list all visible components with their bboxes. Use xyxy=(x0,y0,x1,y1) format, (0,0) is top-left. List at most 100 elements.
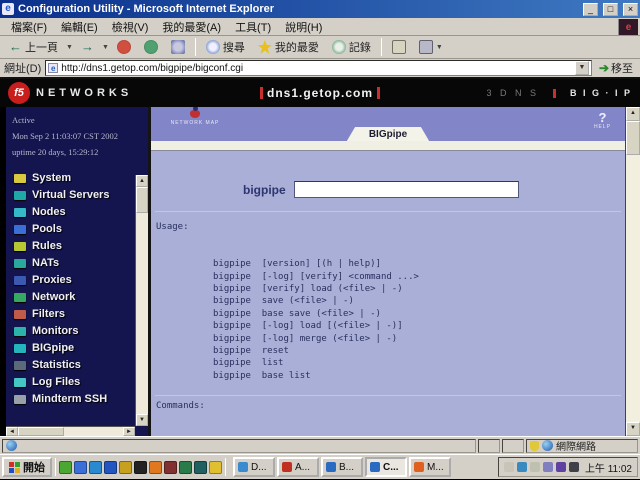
sidebar-nav-item[interactable]: Rules xyxy=(14,240,148,252)
quicklaunch-icon[interactable] xyxy=(89,460,102,474)
usage-label: Usage: xyxy=(156,222,189,232)
bigpipe-command-input[interactable] xyxy=(293,181,519,198)
usage-lines: bigpipe [version] [(h | help)] bigpipe [-… xyxy=(213,221,419,382)
task-button[interactable]: B... xyxy=(321,457,363,477)
address-combobox[interactable]: e ▼ xyxy=(45,60,592,76)
quicklaunch-icon[interactable] xyxy=(104,460,117,474)
go-button[interactable]: ➔ 移至 xyxy=(596,60,636,76)
task-button[interactable]: D... xyxy=(233,457,275,477)
back-dropdown[interactable]: ▼ xyxy=(66,44,73,51)
banner-hostname: dns1.getop.com xyxy=(259,86,381,100)
tab-bigpipe[interactable]: BIGpipe xyxy=(346,127,430,141)
favorites-button[interactable]: 我的最愛 xyxy=(253,37,324,57)
sidebar-nav-item[interactable]: Nodes xyxy=(14,206,148,218)
sidebar-nav-item[interactable]: Virtual Servers xyxy=(14,189,148,201)
refresh-button[interactable] xyxy=(139,38,163,56)
refresh-icon xyxy=(143,40,158,54)
go-label: 移至 xyxy=(611,63,633,75)
page-icon: e xyxy=(48,63,59,73)
sidebar-nav-item[interactable]: Mindterm SSH xyxy=(14,393,148,405)
menu-item[interactable]: 工具(T) xyxy=(228,19,278,35)
sidebar-nav-item[interactable]: Network xyxy=(14,291,148,303)
help-button[interactable]: ? HELP xyxy=(594,111,611,130)
sidebar-nav-item[interactable]: Proxies xyxy=(14,274,148,286)
quicklaunch-icon[interactable] xyxy=(134,460,147,474)
search-button[interactable]: 搜尋 xyxy=(201,37,250,57)
quicklaunch-icon[interactable] xyxy=(74,460,87,474)
sidebar-horizontal-scrollbar[interactable]: ◄ ► xyxy=(6,426,135,436)
sidebar-nav-item[interactable]: Pools xyxy=(14,223,148,235)
task-button[interactable]: M... xyxy=(409,457,451,477)
sidebar-item-icon xyxy=(14,224,26,234)
scroll-up-icon[interactable]: ▲ xyxy=(136,175,148,187)
forward-button[interactable]: → xyxy=(76,38,99,56)
network-map-icon xyxy=(190,107,200,118)
tray-icon[interactable] xyxy=(555,462,566,472)
browser-vertical-scrollbar[interactable]: ▲ ▼ xyxy=(625,107,640,436)
maximize-button[interactable]: □ xyxy=(603,2,618,16)
print-button[interactable]: ▼ xyxy=(414,38,448,56)
task-window-icon xyxy=(282,462,292,472)
home-button[interactable] xyxy=(166,38,190,56)
sidebar-item-label: Rules xyxy=(32,240,62,253)
quicklaunch-icon[interactable] xyxy=(209,460,222,474)
task-window-icon xyxy=(326,462,336,472)
url-input[interactable] xyxy=(61,62,572,74)
menu-item[interactable]: 檢視(V) xyxy=(105,19,156,35)
tray-icon[interactable] xyxy=(503,462,514,472)
quicklaunch-icon[interactable] xyxy=(179,460,192,474)
task-button[interactable]: C... xyxy=(365,457,407,477)
title-bar: e Configuration Utility - Microsoft Inte… xyxy=(0,0,640,18)
back-button[interactable]: ← 上一頁 xyxy=(4,37,63,57)
tray-icon[interactable] xyxy=(529,462,540,472)
quicklaunch-icon[interactable] xyxy=(164,460,177,474)
loading-globe-icon xyxy=(6,440,17,451)
menu-item[interactable]: 我的最愛(A) xyxy=(155,19,228,35)
sidebar-nav-item[interactable]: Log Files xyxy=(14,376,148,388)
scrollbar-thumb[interactable] xyxy=(18,427,64,436)
scroll-down-icon[interactable]: ▼ xyxy=(626,422,640,436)
history-button[interactable]: 記錄 xyxy=(327,37,376,57)
sidebar-item-icon xyxy=(14,394,26,404)
sidebar-vertical-scrollbar[interactable]: ▲ ▼ xyxy=(135,175,148,426)
sidebar-nav-item[interactable]: Filters xyxy=(14,308,148,320)
sidebar-item-label: Network xyxy=(32,291,76,304)
scroll-left-icon[interactable]: ◄ xyxy=(6,427,18,436)
menu-item[interactable]: 說明(H) xyxy=(278,19,329,35)
tray-icon[interactable] xyxy=(542,462,553,472)
tray-icon[interactable] xyxy=(568,462,579,472)
task-button[interactable]: A... xyxy=(277,457,319,477)
quicklaunch-icon[interactable] xyxy=(59,460,72,474)
menu-item[interactable]: 檔案(F) xyxy=(4,19,54,35)
quicklaunch-icon[interactable] xyxy=(149,460,162,474)
minimize-button[interactable]: _ xyxy=(583,2,598,16)
sidebar-item-icon xyxy=(14,173,26,183)
usage-line: bigpipe [-log] merge (<file> | -) xyxy=(213,333,398,344)
scrollbar-thumb[interactable] xyxy=(136,187,148,213)
status-datetime: Mon Sep 2 11:03:07 CST 2002 xyxy=(12,131,119,142)
sidebar-nav-item[interactable]: Statistics xyxy=(14,359,148,371)
scroll-up-icon[interactable]: ▲ xyxy=(626,107,640,121)
print-icon xyxy=(418,40,433,54)
scroll-down-icon[interactable]: ▼ xyxy=(136,414,148,426)
scrollbar-thumb[interactable] xyxy=(626,121,640,155)
start-button[interactable]: 開始 xyxy=(2,457,52,477)
sidebar-nav-item[interactable]: BIGpipe xyxy=(14,342,148,354)
quicklaunch-icon[interactable] xyxy=(194,460,207,474)
forward-dropdown[interactable]: ▼ xyxy=(102,44,109,51)
zone-label: 網際網路 xyxy=(556,442,596,453)
address-dropdown-icon[interactable]: ▼ xyxy=(574,61,589,75)
close-button[interactable]: × xyxy=(623,2,638,16)
stop-button[interactable] xyxy=(112,38,136,56)
tray-icon[interactable] xyxy=(516,462,527,472)
sidebar-item-icon xyxy=(14,190,26,200)
sidebar-nav-item[interactable]: Monitors xyxy=(14,325,148,337)
sidebar-nav-item[interactable]: NATs xyxy=(14,257,148,269)
sidebar-nav-item[interactable]: System xyxy=(14,172,148,184)
menu-item[interactable]: 編輯(E) xyxy=(54,19,105,35)
quicklaunch-icon[interactable] xyxy=(119,460,132,474)
mail-button[interactable] xyxy=(387,38,411,56)
scroll-right-icon[interactable]: ► xyxy=(123,427,135,436)
network-map-button[interactable]: NETWORK MAP xyxy=(165,107,225,126)
content-area: Active Mon Sep 2 11:03:07 CST 2002 uptim… xyxy=(0,107,640,436)
